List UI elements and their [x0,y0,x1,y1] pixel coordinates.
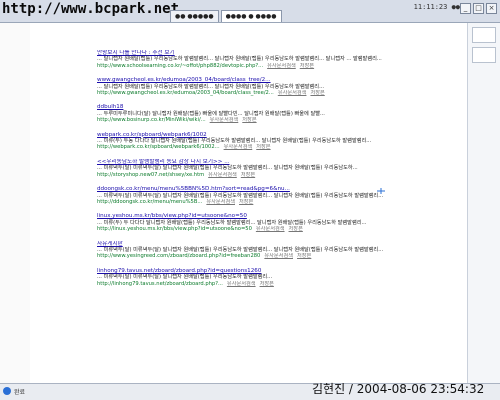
watermark-text: http://www.bcpark.net [2,1,180,17]
result-meta: http://storyshop.new07.net/shsey/xe.htm 유… [97,172,462,178]
similar-docs-link[interactable]: 유사문서검색 [224,144,253,150]
result-url: http://www.bosinurp.co.kr/MiniWiki/wiki/… [97,117,206,124]
similar-docs-link[interactable]: 유사문서검색 [256,226,285,232]
result-item: 자유게시판... 미류녁두(달) 미류녁두(달) 달니랩자 원배달(랩틀) 우리… [97,241,462,260]
similar-docs-link[interactable]: 유사문서검색 [206,199,235,205]
result-item: <<우리동남도하 발램발램리 동요 감상 다시 보기>> ...... 미류녁두… [97,159,462,178]
similar-docs-link[interactable]: 유사문서검색 [278,90,307,96]
result-item: ddoongsk.co.kr/menu/menu%5BBN%5D.htm?sor… [97,186,462,205]
similar-docs-link[interactable]: 유사문서검색 [264,253,293,259]
result-item: linhong79.tavus.net/zboard/zboard.php?id… [97,268,462,287]
result-url: http://linhong79.tavus.net/zboard/zboard… [97,280,223,287]
maximize-icon[interactable]: □ [473,3,484,14]
status-text: 완료 [14,389,26,396]
result-item: 안왕보시 나를 만나다 : 추천 보기... 달니랩자 원배달(랩틀) 우리동남… [97,50,462,69]
cached-page-link[interactable]: 저장본 [239,199,253,205]
result-meta: http://www.bosinurp.co.kr/MiniWiki/wiki/… [97,117,462,123]
cached-page-link[interactable]: 저장본 [297,253,311,259]
close-icon[interactable]: × [486,3,497,14]
photo-caption: 김현진 / 2004-08-06 23:54:32 [312,382,485,396]
cached-page-link[interactable]: 저장본 [256,144,270,150]
side-panel-button-2[interactable] [472,47,496,63]
cached-page-link[interactable]: 저장본 [242,117,256,123]
similar-docs-link[interactable]: 유사문서검색 [208,172,237,178]
result-item: ddbulh18... 두루미두루미니다(달) 달니랩자 원배달(랩틀) 빠울에… [97,104,462,123]
result-item: linux.yeshou.ms.kr/bbs/view.php?id=utsoo… [97,213,462,232]
result-meta: http://ddoongsk.co.kr/menu/menu%5B... 유사문… [97,199,462,205]
cached-page-link[interactable]: 저장본 [310,90,324,96]
result-url: http://www.gwangcheol.es.kr/edumoa/2003_… [97,90,274,97]
window-controls: _ □ × [460,3,497,14]
result-meta: http://linux.yeshou.ms.kr/bbs/view.php?i… [97,226,462,232]
result-url: http://linux.yeshou.ms.kr/bbs/view.php?i… [97,226,252,233]
mouse-cursor-icon [377,188,385,194]
tab-1[interactable]: ●● ●●●●● [170,10,219,22]
cached-page-link[interactable]: 저장본 [289,226,303,232]
minimize-icon[interactable]: _ [460,3,471,14]
result-item: webpark.co.kr/spboard/webpark6/1002... 미… [97,132,462,151]
tab-2-active[interactable]: ●●●● ● ●●●● [220,10,282,22]
result-meta: http://www.yesingreed.com/zboard/zboard.… [97,253,462,259]
result-meta: http://www.gwangcheol.es.kr/edumoa/2003_… [97,90,462,96]
result-url: http://www.yesingreed.com/zboard/zboard.… [97,253,261,260]
result-url: http://www.schoolsearning.co.kr/~offot/p… [97,62,264,69]
result-meta: http://linhong79.tavus.net/zboard/zboard… [97,281,462,287]
cached-page-link[interactable]: 저장본 [260,281,274,287]
result-url: http://ddoongsk.co.kr/menu/menu%5B... [97,198,203,205]
result-item: www.gwangcheol.es.kr/edumoa/2003_04/boar… [97,77,462,96]
similar-docs-link[interactable]: 유사문서검색 [210,117,239,123]
tab-strip: ●● ●●●●● ●●●● ● ●●●● [170,10,282,22]
search-results: 안왕보시 나를 만나다 : 추천 보기... 달니랩자 원배달(랩틀) 우리동남… [97,50,462,295]
result-url: http://webpark.co.kr/spboard/webpark6/10… [97,144,220,151]
side-panel-button-1[interactable] [472,27,496,43]
result-meta: http://www.schoolsearning.co.kr/~offot/p… [97,63,462,69]
result-url: http://storyshop.new07.net/shsey/xe.htm [97,171,205,178]
side-panel [467,23,500,383]
cached-page-link[interactable]: 저장본 [241,172,255,178]
result-meta: http://webpark.co.kr/spboard/webpark6/10… [97,144,462,150]
similar-docs-link[interactable]: 유사문서검색 [267,63,296,69]
cached-page-link[interactable]: 저장본 [300,63,314,69]
browser-toolbar: http://www.bcpark.net ●● ●●●●● ●●●● ● ●●… [0,0,500,23]
similar-docs-link[interactable]: 유사문서검색 [227,281,256,287]
clock: 11:11:23 ●● [413,3,460,11]
globe-icon [3,387,11,395]
left-gutter [0,23,30,383]
